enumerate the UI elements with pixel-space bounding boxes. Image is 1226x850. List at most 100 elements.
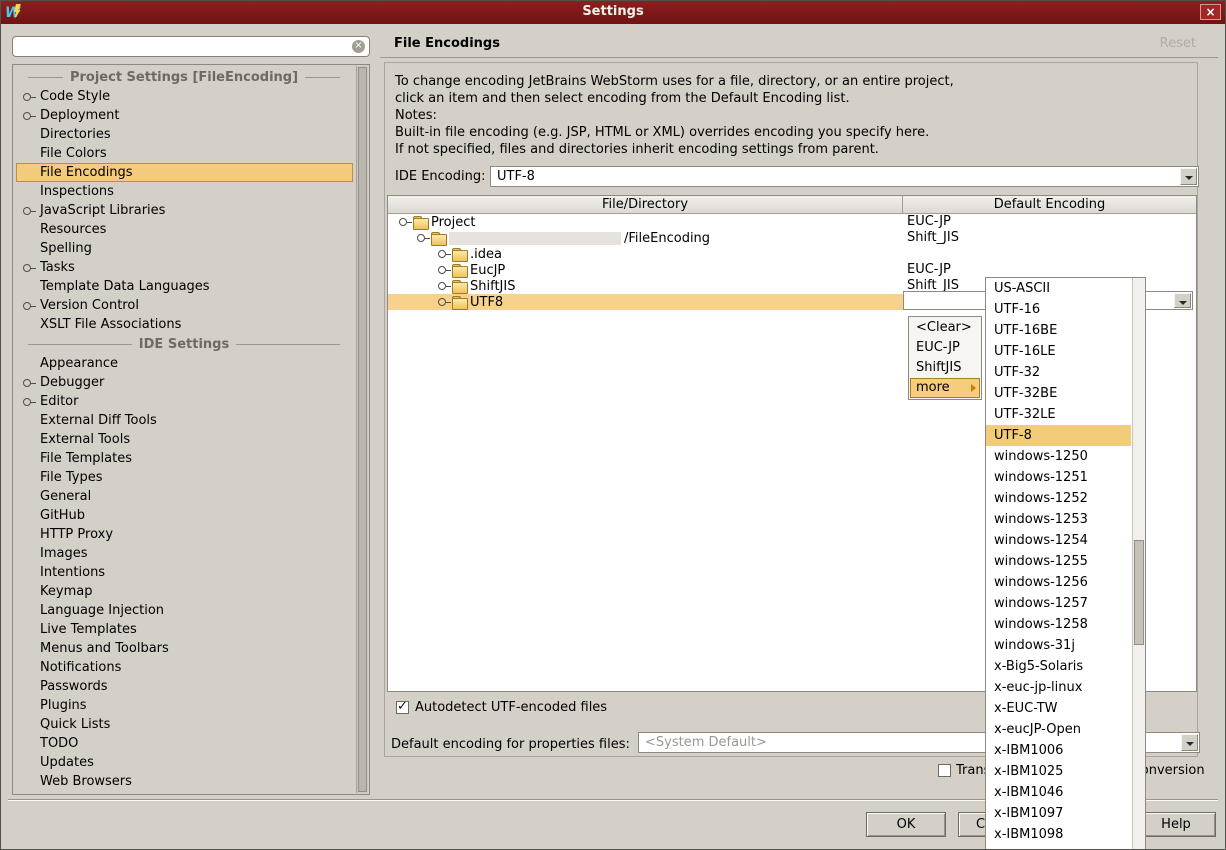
help-button[interactable]: Help [1136,812,1216,837]
chevron-down-icon[interactable] [1180,168,1197,185]
encoding-option-windows-1250[interactable]: windows-1250 [986,446,1131,467]
expand-toggle-icon[interactable] [437,262,452,278]
expand-toggle-icon[interactable] [22,298,37,314]
table-row[interactable]: Project EUC-JP [388,214,1196,230]
sidebar-item-tasks[interactable]: Tasks [16,258,353,277]
table-row[interactable]: EucJP EUC-JP [388,262,1196,278]
sidebar-item-quick-lists[interactable]: Quick Lists [16,715,353,734]
sidebar-item-language-injection[interactable]: Language Injection [16,601,353,620]
encoding-option-windows-1252[interactable]: windows-1252 [986,488,1131,509]
encoding-option-utf-32[interactable]: UTF-32 [986,362,1131,383]
settings-search-box[interactable] [12,36,370,57]
expand-toggle-icon[interactable] [437,278,452,294]
encoding-option-windows-1254[interactable]: windows-1254 [986,530,1131,551]
sidebar-item-file-encodings[interactable]: File Encodings [16,163,353,182]
encoding-option-windows-1257[interactable]: windows-1257 [986,593,1131,614]
encoding-option-utf-32le[interactable]: UTF-32LE [986,404,1131,425]
sidebar-item-keymap[interactable]: Keymap [16,582,353,601]
sidebar-item-updates[interactable]: Updates [16,753,353,772]
sidebar-item-code-style[interactable]: Code Style [16,87,353,106]
sidebar-item-general[interactable]: General [16,487,353,506]
encoding-option-utf-16[interactable]: UTF-16 [986,299,1131,320]
sidebar-item-plugins[interactable]: Plugins [16,696,353,715]
sidebar-item-editor[interactable]: Editor [16,392,353,411]
sidebar-item-passwords[interactable]: Passwords [16,677,353,696]
encoding-option-windows-31j[interactable]: windows-31j [986,635,1131,656]
menu-item-euc-jp[interactable]: EUC-JP [910,338,980,358]
encoding-option-windows-1258[interactable]: windows-1258 [986,614,1131,635]
sidebar-item-spelling[interactable]: Spelling [16,239,353,258]
encoding-option-utf-8[interactable]: UTF-8 [986,425,1131,446]
sidebar-item-template-data-languages[interactable]: Template Data Languages [16,277,353,296]
close-icon[interactable]: × [1200,4,1221,20]
encoding-option-x-euc-tw[interactable]: x-EUC-TW [986,698,1131,719]
sidebar-scrollbar[interactable] [356,66,368,793]
expand-toggle-icon[interactable] [22,260,37,276]
sidebar-item-xslt-file-associations[interactable]: XSLT File Associations [16,315,353,334]
ok-button[interactable]: OK [866,812,946,837]
sidebar-item-todo[interactable]: TODO [16,734,353,753]
encoding-option-x-eucjp-open[interactable]: x-eucJP-Open [986,719,1131,740]
table-row[interactable]: /FileEncoding Shift_JIS [388,230,1196,246]
reset-link[interactable]: Reset [1160,30,1196,58]
sidebar-scrollbar-thumb[interactable] [358,67,367,792]
clear-search-icon[interactable] [352,40,365,53]
menu-item-clear[interactable]: <Clear> [910,318,980,338]
chevron-down-icon[interactable] [1174,293,1191,308]
expand-toggle-icon[interactable] [22,108,37,124]
table-row[interactable]: .idea [388,246,1196,262]
transparent-conversion-checkbox[interactable] [938,764,951,777]
sidebar-item-web-browsers[interactable]: Web Browsers [16,772,353,791]
encoding-option-utf-16le[interactable]: UTF-16LE [986,341,1131,362]
sidebar-item-version-control[interactable]: Version Control [16,296,353,315]
sidebar-item-images[interactable]: Images [16,544,353,563]
search-input[interactable] [19,38,349,55]
encoding-option-x-ibm1046[interactable]: x-IBM1046 [986,782,1131,803]
encoding-option-x-euc-jp-linux[interactable]: x-euc-jp-linux [986,677,1131,698]
encoding-option-windows-1253[interactable]: windows-1253 [986,509,1131,530]
sidebar-item-resources[interactable]: Resources [16,220,353,239]
sidebar-item-file-templates[interactable]: File Templates [16,449,353,468]
sidebar-item-directories[interactable]: Directories [16,125,353,144]
encoding-option-x-ibm1098[interactable]: x-IBM1098 [986,824,1131,845]
sidebar-item-notifications[interactable]: Notifications [16,658,353,677]
sidebar-item-deployment[interactable]: Deployment [16,106,353,125]
sidebar-item-javascript-libraries[interactable]: JavaScript Libraries [16,201,353,220]
expand-toggle-icon[interactable] [398,214,413,230]
encoding-option-utf-32be[interactable]: UTF-32BE [986,383,1131,404]
encoding-option-windows-1256[interactable]: windows-1256 [986,572,1131,593]
encoding-option-utf-16be[interactable]: UTF-16BE [986,320,1131,341]
sidebar-item-menus-and-toolbars[interactable]: Menus and Toolbars [16,639,353,658]
encoding-option-windows-1251[interactable]: windows-1251 [986,467,1131,488]
expand-toggle-icon[interactable] [22,394,37,410]
encoding-option-windows-1255[interactable]: windows-1255 [986,551,1131,572]
expand-toggle-icon[interactable] [22,375,37,391]
encoding-option-x-ibm1006[interactable]: x-IBM1006 [986,740,1131,761]
expand-toggle-icon[interactable] [22,203,37,219]
sidebar-item-external-diff-tools[interactable]: External Diff Tools [16,411,353,430]
sidebar-item-live-templates[interactable]: Live Templates [16,620,353,639]
sidebar-item-file-colors[interactable]: File Colors [16,144,353,163]
encoding-option-x-big5-solaris[interactable]: x-Big5-Solaris [986,656,1131,677]
sidebar-item-debugger[interactable]: Debugger [16,373,353,392]
expand-toggle-icon[interactable] [437,294,452,310]
expand-toggle-icon[interactable] [22,89,37,105]
sidebar-item-inspections[interactable]: Inspections [16,182,353,201]
ide-encoding-combobox[interactable]: UTF-8 [490,166,1199,187]
expand-toggle-icon[interactable] [416,230,431,246]
sidebar-item-http-proxy[interactable]: HTTP Proxy [16,525,353,544]
popup-scrollbar-thumb[interactable] [1134,540,1144,645]
sidebar-item-external-tools[interactable]: External Tools [16,430,353,449]
sidebar-item-github[interactable]: GitHub [16,506,353,525]
sidebar-item-appearance[interactable]: Appearance [16,354,353,373]
encoding-option-x-ibm1025[interactable]: x-IBM1025 [986,761,1131,782]
expand-toggle-icon[interactable] [437,246,452,262]
sidebar-item-file-types[interactable]: File Types [16,468,353,487]
autodetect-checkbox[interactable] [396,699,409,714]
menu-item-more[interactable]: more [910,378,980,398]
popup-scrollbar[interactable] [1132,278,1145,849]
menu-item-shiftjis[interactable]: ShiftJIS [910,358,980,378]
encoding-option-x-ibm1097[interactable]: x-IBM1097 [986,803,1131,824]
encoding-option-us-ascii[interactable]: US-ASCII [986,278,1131,299]
chevron-down-icon[interactable] [1181,734,1198,751]
